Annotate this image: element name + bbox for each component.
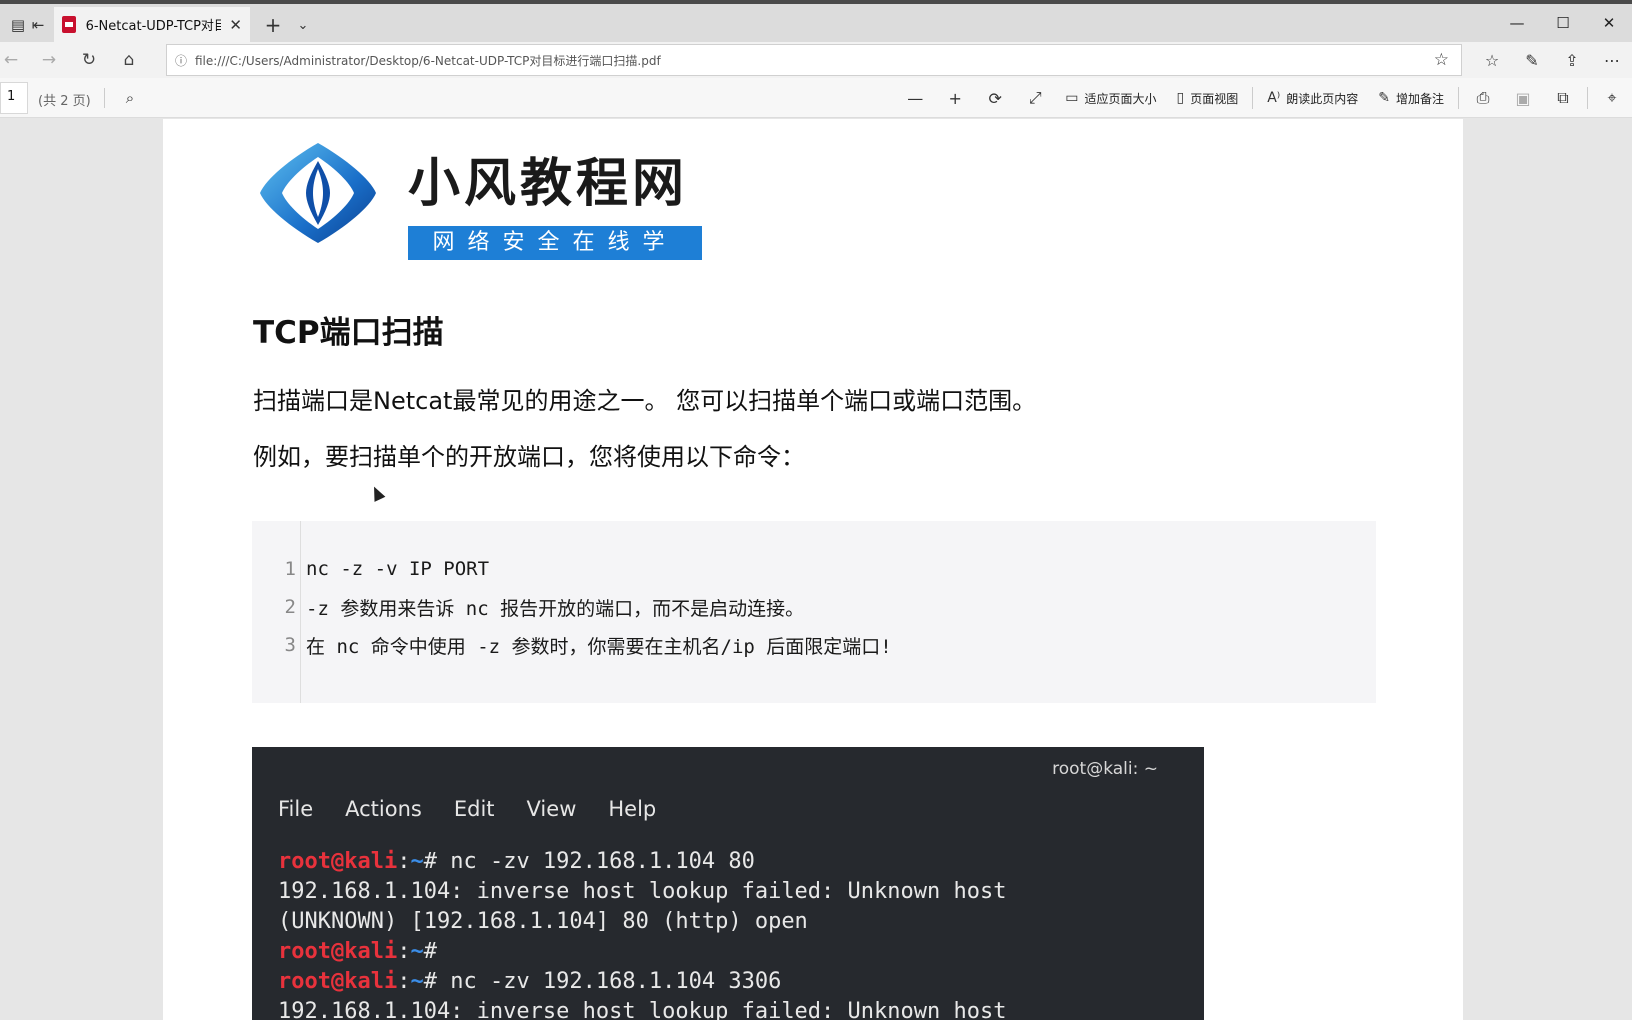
new-tab-button[interactable]: + [258, 12, 288, 40]
favorite-star-icon[interactable]: ☆ [1434, 50, 1449, 70]
forward-button[interactable]: → [32, 45, 66, 75]
pdf-toolbar: 1 (共 2 页) ⌕ — + ⟳ ⤢ ▭ 适应页面大小 ▯ 页面视图 A⁾ 朗… [0, 78, 1632, 118]
terminal-command-text: nc -zv 192.168.1.104 80 [436, 849, 755, 874]
page-number-input[interactable]: 1 [0, 82, 28, 114]
add-notes-button[interactable]: ✎ 增加备注 [1368, 78, 1454, 118]
toolbar-divider [1458, 87, 1459, 109]
read-aloud-button[interactable]: A⁾ 朗读此页内容 [1257, 78, 1368, 118]
terminal-command-line: root@kali:~# [278, 937, 1006, 967]
web-note-icon[interactable]: ✎ [1512, 45, 1552, 75]
terminal-output-line: 192.168.1.104: inverse host lookup faile… [278, 999, 1007, 1020]
navigation-bar: ← → ↻ ⌂ ⓘ file:///C:/Users/Administrator… [0, 42, 1632, 78]
site-info-icon[interactable]: ⓘ [167, 52, 195, 69]
line-number: 1 [284, 558, 296, 580]
logo-slogan: 网络安全在线学 [408, 226, 702, 260]
fullscreen-icon[interactable]: ⤢ [1015, 78, 1055, 118]
toolbar-divider [104, 88, 105, 108]
read-aloud-label: 朗读此页内容 [1286, 91, 1359, 106]
set-tabs-aside-icon[interactable]: ⇤ [20, 10, 56, 40]
pdf-page: 小风教程网 网络安全在线学 TCP端口扫描 扫描端口是Netcat最常见的用途之… [163, 119, 1463, 1020]
terminal-command-line: root@kali:~# nc -zv 192.168.1.104 80 [278, 847, 1006, 877]
pdf-file-icon [62, 16, 76, 33]
favorites-icon[interactable]: ☆ [1472, 45, 1512, 75]
terminal-menu-file: File [278, 797, 314, 821]
toolbar-divider [1587, 87, 1588, 109]
window-controls: — ☐ ✕ [1494, 8, 1632, 38]
terminal-prompt-path: :~# [397, 969, 437, 994]
read-aloud-icon: A⁾ [1267, 90, 1281, 106]
terminal-prompt-user: root@kali [278, 849, 398, 874]
close-tab-icon[interactable]: ✕ [229, 16, 242, 34]
terminal-output-line: 192.168.1.104: inverse host lookup faile… [278, 879, 1007, 904]
save-as-icon[interactable]: ⧉ [1543, 78, 1583, 118]
terminal-command-text: nc -zv 192.168.1.104 3306 [436, 969, 782, 994]
terminal-menu-help: Help [608, 797, 657, 821]
page-view-label: 页面视图 [1190, 91, 1239, 106]
close-window-button[interactable]: ✕ [1586, 8, 1632, 38]
zoom-in-icon[interactable]: + [935, 78, 975, 118]
terminal-prompt-path: :~# [397, 939, 437, 964]
eye-logo-icon [260, 143, 376, 243]
terminal-output-line: (UNKNOWN) [192.168.1.104] 80 (http) open [278, 909, 808, 934]
pdf-tools: — + ⟳ ⤢ ▭ 适应页面大小 ▯ 页面视图 A⁾ 朗读此页内容 ✎ 增加备注… [895, 78, 1632, 118]
code-line: 3 在 nc 命令中使用 -z 参数时，你需要在主机名/ip 后面限定端口! [252, 630, 892, 660]
code-line: 1 nc -z -v IP PORT [252, 554, 489, 584]
address-bar[interactable]: ⓘ file:///C:/Users/Administrator/Desktop… [166, 44, 1462, 76]
pin-toolbar-icon[interactable]: ⌖ [1592, 78, 1632, 118]
code-text: 在 nc 命令中使用 -z 参数时，你需要在主机名/ip 后面限定端口! [306, 635, 892, 658]
page-count: (共 2 页) [38, 94, 91, 109]
code-block: 1 nc -z -v IP PORT 2 -z 参数用来告诉 nc 报告开放的端… [252, 521, 1376, 703]
terminal-menu-view: View [526, 797, 577, 821]
terminal-command-line: root@kali:~# nc -zv 192.168.1.104 3306 [278, 967, 1006, 997]
save-icon[interactable]: ▣ [1503, 78, 1543, 118]
terminal-menu-edit: Edit [453, 797, 495, 821]
browser-toolbar-right: ☆ ✎ ⇪ ⋯ [1472, 45, 1632, 75]
pen-icon: ✎ [1378, 90, 1390, 106]
print-icon[interactable]: ⎙ [1463, 78, 1503, 118]
line-number: 2 [284, 596, 296, 618]
add-notes-label: 增加备注 [1395, 91, 1444, 106]
terminal-screenshot: root@kali: ~ File Actions Edit View Help… [252, 747, 1204, 1020]
page-view-button[interactable]: ▯ 页面视图 [1166, 78, 1248, 118]
terminal-prompt-user: root@kali [278, 939, 398, 964]
logo-brand-text: 小风教程网 [408, 154, 689, 214]
terminal-menu-actions: Actions [345, 797, 422, 821]
url-text[interactable]: file:///C:/Users/Administrator/Desktop/6… [195, 52, 661, 69]
tab-bar: ▤ ⇤ 6-Netcat-UDP-TCP对目标进行端口扫描.pdf ✕ + ⌄ … [0, 0, 1632, 42]
fit-page-icon: ▭ [1065, 90, 1079, 106]
line-number: 3 [284, 634, 296, 656]
terminal-output: root@kali:~# nc -zv 192.168.1.104 80 192.… [278, 847, 1006, 1020]
terminal-prompt-path: :~# [397, 849, 437, 874]
minimize-button[interactable]: — [1494, 8, 1540, 38]
site-logo: 小风教程网 网络安全在线学 [258, 139, 718, 260]
code-text: nc -z -v IP PORT [306, 558, 490, 580]
terminal-prompt-user: root@kali [278, 969, 398, 994]
fit-page-button[interactable]: ▭ 适应页面大小 [1055, 78, 1166, 118]
terminal-menubar: File Actions Edit View Help [278, 797, 688, 821]
section-heading: TCP端口扫描 [253, 315, 444, 351]
home-button[interactable]: ⌂ [112, 45, 146, 75]
zoom-out-icon[interactable]: — [895, 78, 935, 118]
rotate-icon[interactable]: ⟳ [975, 78, 1015, 118]
code-line: 2 -z 参数用来告诉 nc 报告开放的端口，而不是启动连接。 [252, 592, 805, 622]
page-view-icon: ▯ [1176, 90, 1185, 106]
paragraph: 扫描端口是Netcat最常见的用途之一。 您可以扫描单个端口或端口范围。 [253, 387, 1037, 415]
tab-list-chevron-icon[interactable]: ⌄ [290, 12, 316, 40]
more-menu-icon[interactable]: ⋯ [1592, 45, 1632, 75]
paragraph: 例如，要扫描单个的开放端口，您将使用以下命令： [253, 443, 805, 471]
code-text: -z 参数用来告诉 nc 报告开放的端口，而不是启动连接。 [306, 597, 805, 620]
search-icon[interactable]: ⌕ [118, 86, 142, 110]
toolbar-divider [1252, 87, 1254, 109]
tab-pdf[interactable]: 6-Netcat-UDP-TCP对目标进行端口扫描.pdf ✕ [54, 7, 250, 42]
refresh-button[interactable]: ↻ [72, 45, 106, 75]
terminal-title: root@kali: ~ [1052, 759, 1158, 779]
fit-page-label: 适应页面大小 [1084, 91, 1157, 106]
share-icon[interactable]: ⇪ [1552, 45, 1592, 75]
tab-title: 6-Netcat-UDP-TCP对目标进行端口扫描.pdf [85, 19, 222, 34]
maximize-button[interactable]: ☐ [1540, 8, 1586, 38]
document-viewport[interactable]: 小风教程网 网络安全在线学 TCP端口扫描 扫描端口是Netcat最常见的用途之… [0, 119, 1632, 1020]
back-button[interactable]: ← [0, 45, 28, 75]
